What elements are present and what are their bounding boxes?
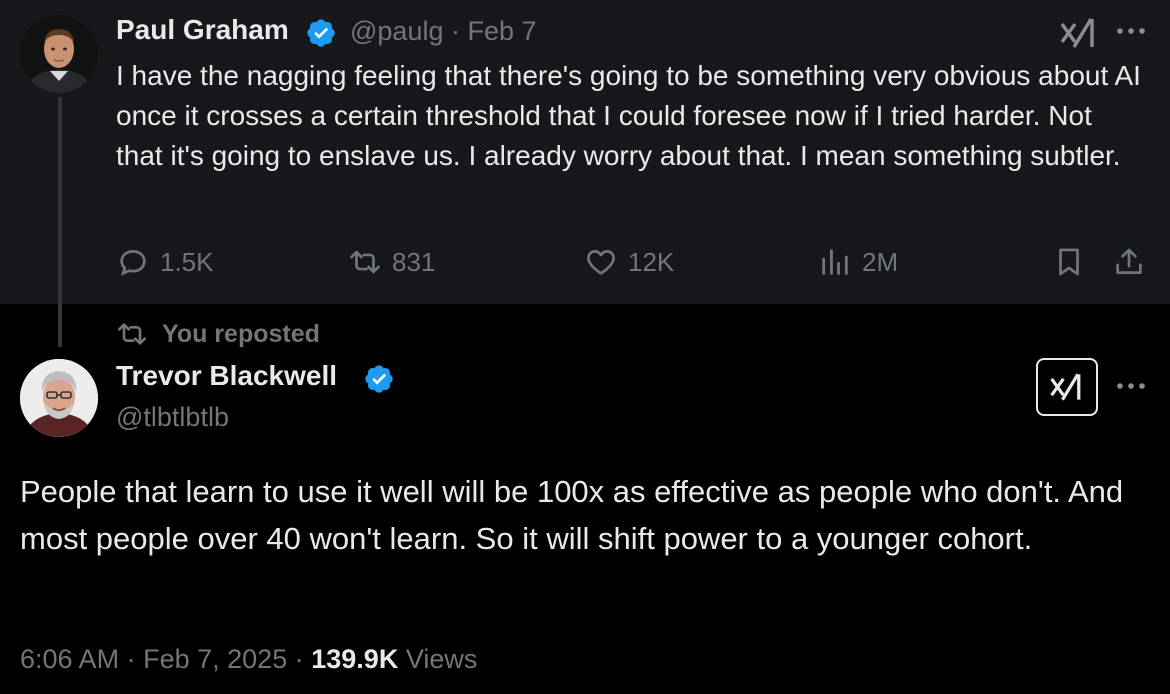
reply-button[interactable]: 1.5K — [116, 240, 214, 284]
views-count: 2M — [862, 246, 899, 277]
grok-button[interactable] — [1036, 358, 1098, 416]
author-handle[interactable]: @tlbtlbtlb — [116, 402, 229, 433]
tweet-time[interactable]: 6:06 AM — [20, 644, 119, 674]
reply-icon — [120, 250, 146, 276]
tweet-date[interactable]: Feb 7 — [468, 16, 537, 46]
meta-separator: · — [294, 644, 304, 674]
views-button[interactable]: 2M — [818, 240, 898, 284]
avatar[interactable] — [20, 359, 98, 437]
tweet-footer: 6:06 AM · Feb 7, 2025 · 139.9K Views — [20, 644, 477, 675]
avatar[interactable] — [20, 15, 98, 93]
share-icon — [1116, 248, 1142, 274]
grok-icon — [1050, 373, 1081, 401]
share-button[interactable] — [1112, 240, 1146, 284]
action-bar: 1.5K 831 12K 2M — [0, 240, 1170, 284]
bookmark-button[interactable] — [1052, 240, 1086, 284]
views-icon — [822, 249, 848, 275]
tweet-text: I have the nagging feeling that there's … — [116, 60, 1141, 171]
like-count: 12K — [628, 246, 675, 277]
more-icon[interactable] — [1114, 21, 1150, 41]
views-count: 139.9K — [311, 644, 399, 674]
verified-badge-icon — [365, 365, 393, 393]
parent-tweet[interactable]: Paul Graham @paulg · Feb 7 I have the na… — [0, 0, 1170, 347]
verified-badge-icon — [307, 19, 335, 47]
repost-count: 831 — [392, 246, 436, 277]
repost-icon — [118, 323, 146, 345]
like-button[interactable]: 12K — [584, 240, 674, 284]
author-name[interactable]: Trevor Blackwell — [116, 360, 337, 392]
views-label: Views — [405, 644, 478, 674]
repost-icon — [350, 250, 380, 274]
tweet-text: People that learn to use it well will be… — [20, 474, 1124, 556]
grok-icon[interactable] — [1058, 16, 1100, 50]
thread-connector-line — [58, 97, 62, 347]
bookmark-icon — [1059, 248, 1079, 276]
tweet-date[interactable]: Feb 7, 2025 — [143, 644, 287, 674]
tweet-meta: @paulg · Feb 7 — [350, 16, 537, 47]
reply-count: 1.5K — [160, 246, 214, 277]
meta-separator: · — [126, 644, 136, 674]
meta-separator: · — [451, 16, 460, 46]
repost-label: You reposted — [162, 319, 320, 348]
repost-indicator: You reposted — [116, 318, 320, 350]
author-name[interactable]: Paul Graham — [116, 14, 289, 46]
author-handle[interactable]: @paulg — [350, 16, 443, 46]
like-icon — [587, 250, 615, 275]
more-icon[interactable] — [1114, 376, 1150, 396]
repost-button[interactable]: 831 — [348, 240, 435, 284]
